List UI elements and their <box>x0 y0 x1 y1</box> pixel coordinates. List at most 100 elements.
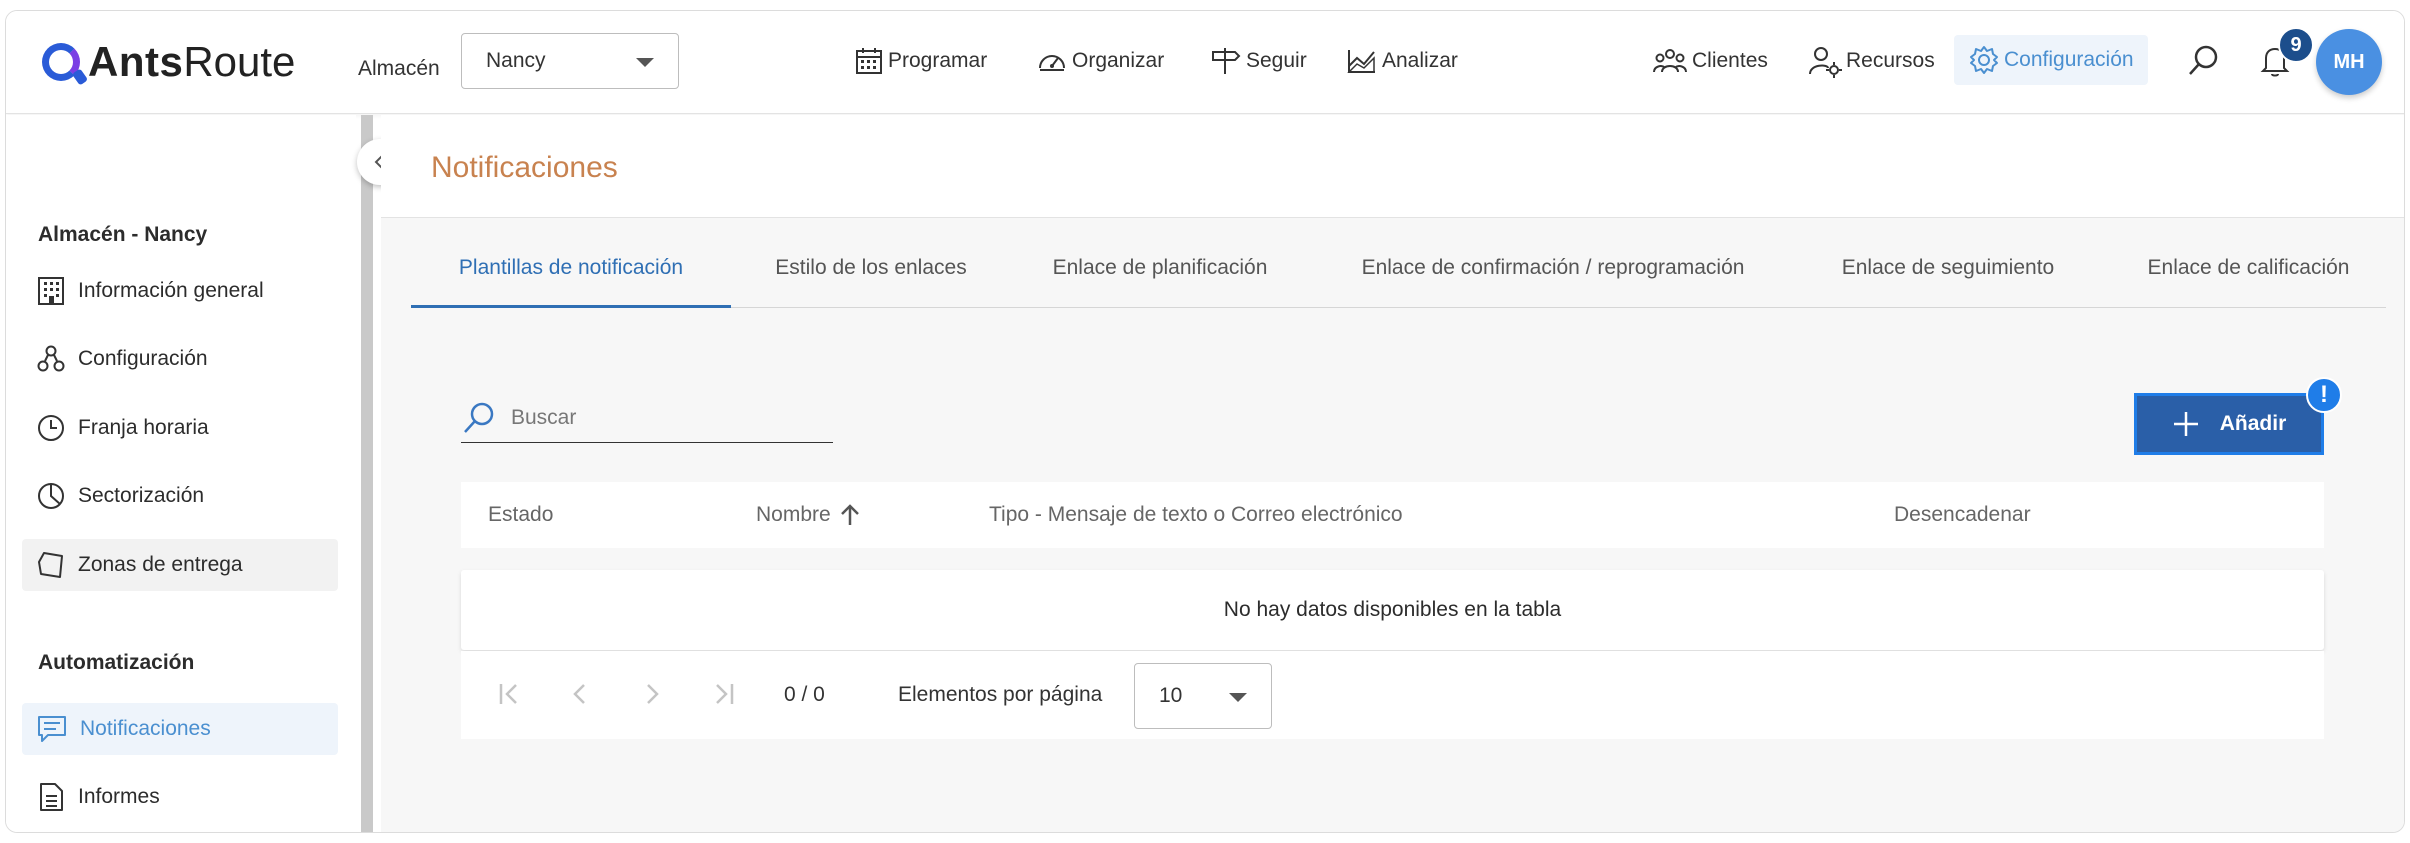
column-header-tipo[interactable]: Tipo - Mensaje de texto o Correo electró… <box>989 482 1403 548</box>
column-header-label: Tipo - Mensaje de texto o Correo electró… <box>989 503 1403 526</box>
pagination-count: 0 / 0 <box>784 683 825 706</box>
message-icon <box>38 716 66 742</box>
sidebar-item-label: Franja horaria <box>78 416 209 439</box>
items-per-page-label: Elementos por página <box>898 683 1103 706</box>
sidebar-item-informacion-general[interactable]: Información general <box>22 265 338 317</box>
logo-mark-icon <box>42 43 80 81</box>
sidebar-section-title-warehouse: Almacén - Nancy <box>38 223 208 246</box>
empty-table-message: No hay datos disponibles en la tabla <box>1223 598 1562 621</box>
next-page-icon[interactable] <box>640 681 664 707</box>
add-button-label: Añadir <box>2219 412 2287 435</box>
first-page-icon[interactable] <box>496 681 524 707</box>
clock-icon <box>38 415 64 441</box>
nav-label: Analizar <box>1382 49 1458 72</box>
search-icon <box>464 402 494 433</box>
nav-programar[interactable]: Programar <box>854 41 987 81</box>
pie-icon <box>38 483 64 509</box>
tab-enlace-de-confirmacion[interactable]: Enlace de confirmación / reprogramación <box>1323 256 1783 308</box>
last-page-icon[interactable] <box>709 681 737 707</box>
nav-label: Configuración <box>2004 48 2134 71</box>
sidebar-item-sectorizacion[interactable]: Sectorización <box>22 470 338 522</box>
chart-icon <box>1347 50 1375 73</box>
tab-plantillas-de-notificacion[interactable]: Plantillas de notificación <box>411 256 731 308</box>
previous-page-icon[interactable] <box>568 681 592 707</box>
column-header-label: Nombre <box>756 503 831 526</box>
column-header-label: Desencadenar <box>1894 503 2031 526</box>
polygon-icon <box>38 552 63 578</box>
tab-label: Enlace de confirmación / reprogramación <box>1361 256 1745 279</box>
page-title: Notificaciones <box>431 151 618 184</box>
warehouse-select[interactable]: Nancy <box>461 33 679 89</box>
gear-icon <box>1970 46 1998 74</box>
tab-enlace-de-seguimiento[interactable]: Enlace de seguimiento <box>1813 256 2083 308</box>
sidebar: Almacén - Nancy Información general Conf… <box>6 115 356 832</box>
top-header: Ants Route Almacén Nancy Programar Organ… <box>6 11 2404 114</box>
search-field[interactable] <box>461 393 833 443</box>
warehouse-select-value: Nancy <box>486 49 546 72</box>
tab-label: Enlace de calificación <box>2147 256 2350 279</box>
alert-badge: ! <box>2306 377 2342 413</box>
nodes-icon <box>37 345 65 372</box>
antsroute-logo[interactable]: Ants Route <box>42 38 296 85</box>
sidebar-item-label: Notificaciones <box>80 717 211 740</box>
search-icon <box>2189 45 2218 75</box>
tab-enlace-de-planificacion[interactable]: Enlace de planificación <box>1025 256 1295 308</box>
calendar-icon <box>856 48 882 74</box>
logo-text-bold: Ants <box>88 38 184 85</box>
nav-label: Clientes <box>1692 49 1768 72</box>
chevron-down-icon <box>1229 693 1247 702</box>
nav-label: Seguir <box>1246 49 1307 72</box>
sort-ascending-icon <box>840 504 859 525</box>
nav-label: Recursos <box>1846 49 1935 72</box>
sidebar-item-notificaciones[interactable]: Notificaciones <box>22 703 338 755</box>
page-header: Notificaciones <box>381 115 2404 218</box>
search-button[interactable] <box>2186 41 2224 81</box>
app-window: Ants Route Almacén Nancy Programar Organ… <box>5 10 2405 833</box>
column-header-label: Estado <box>488 503 554 526</box>
column-header-estado[interactable]: Estado <box>488 482 553 548</box>
table-header: Estado Nombre Tipo - Mensaje de texto o … <box>461 482 2324 548</box>
sidebar-item-label: Zonas de entrega <box>78 553 243 576</box>
sidebar-item-franja-horaria[interactable]: Franja horaria <box>22 402 338 454</box>
nav-configuracion[interactable]: Configuración <box>1954 35 2148 85</box>
pagination-bar: 0 / 0 Elementos por página 10 <box>461 651 2324 739</box>
tab-label: Enlace de seguimiento <box>1841 256 2055 279</box>
signpost-icon <box>1212 48 1241 74</box>
tab-label: Enlace de planificación <box>1052 256 1268 279</box>
search-input[interactable] <box>511 405 811 430</box>
building-icon <box>38 277 64 305</box>
nav-seguir[interactable]: Seguir <box>1210 41 1307 81</box>
notification-count-badge: 9 <box>2278 27 2314 63</box>
document-icon <box>40 783 63 811</box>
user-avatar[interactable]: MH <box>2316 29 2382 95</box>
sidebar-section-title-automation: Automatización <box>38 651 195 674</box>
add-button[interactable]: Añadir <box>2134 393 2324 455</box>
sidebar-item-informes[interactable]: Informes <box>22 771 338 823</box>
sidebar-scrollbar[interactable] <box>361 115 373 832</box>
tabs-bar: Plantillas de notificación Estilo de los… <box>411 240 2386 308</box>
user-gear-icon <box>1809 47 1842 78</box>
sidebar-item-label: Informes <box>78 785 160 808</box>
column-header-desencadenar[interactable]: Desencadenar <box>1894 482 2031 548</box>
tab-estilo-de-los-enlaces[interactable]: Estilo de los enlaces <box>749 256 993 308</box>
users-icon <box>1653 49 1687 73</box>
sidebar-item-zonas-de-entrega[interactable]: Zonas de entrega <box>22 539 338 591</box>
logo-text-light: Route <box>183 38 296 85</box>
plus-icon <box>2173 412 2198 436</box>
column-header-nombre[interactable]: Nombre <box>756 482 861 548</box>
tab-enlace-de-calificacion[interactable]: Enlace de calificación <box>2111 256 2386 308</box>
nav-organizar[interactable]: Organizar <box>1036 41 1164 81</box>
nav-analizar[interactable]: Analizar <box>1346 41 1458 81</box>
sidebar-item-label: Configuración <box>78 347 208 370</box>
nav-recursos[interactable]: Recursos <box>1808 41 1935 81</box>
nav-clientes[interactable]: Clientes <box>1652 41 1768 81</box>
sidebar-item-label: Sectorización <box>78 484 205 507</box>
items-per-page-value: 10 <box>1159 684 1183 707</box>
main-content: Notificaciones Plantillas de notificació… <box>381 115 2404 832</box>
empty-table-row: No hay datos disponibles en la tabla <box>461 570 2324 650</box>
sidebar-item-label: Información general <box>78 279 264 302</box>
tab-label: Estilo de los enlaces <box>775 256 967 279</box>
items-per-page-select[interactable]: 10 <box>1134 663 1272 729</box>
chevron-down-icon <box>636 58 654 67</box>
sidebar-item-configuracion[interactable]: Configuración <box>22 333 338 385</box>
